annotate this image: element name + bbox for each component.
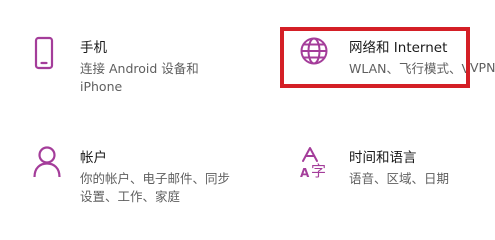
settings-tile-accounts[interactable]: 帐户 你的帐户、电子邮件、同步 设置、工作、家庭 [22, 140, 262, 210]
time-language-icon: 字 A [299, 145, 333, 183]
settings-tile-network[interactable]: 网络和 Internet WLAN、飞行模式、VPN [283, 30, 466, 84]
truncated-description-edge: VPN [470, 58, 495, 80]
tile-description: 你的帐户、电子邮件、同步 设置、工作、家庭 [80, 170, 230, 206]
tile-description: WLAN、飞行模式、VPN [349, 61, 466, 76]
tile-description-line: iPhone [80, 79, 123, 94]
tile-description-line: 你的帐户、电子邮件、同步 [80, 171, 231, 186]
svg-text:字: 字 [311, 162, 326, 179]
tile-title: 帐户 [80, 150, 107, 166]
phone-icon [34, 36, 54, 74]
settings-tile-phone[interactable]: 手机 连接 Android 设备和 iPhone [22, 28, 252, 108]
settings-tile-time-language[interactable]: 字 A 时间和语言 语音、区域、日期 [283, 140, 483, 200]
tile-title: 网络和 Internet [349, 40, 448, 56]
svg-text:A: A [300, 166, 310, 179]
tile-description-line: 连接 Android 设备和 [80, 61, 199, 76]
tile-description: 语音、区域、日期 [349, 171, 450, 186]
tile-description: 连接 Android 设备和 iPhone [80, 60, 199, 96]
globe-icon [299, 36, 329, 70]
person-icon [32, 145, 62, 183]
tile-title: 手机 [80, 40, 107, 56]
tile-title: 时间和语言 [349, 150, 417, 166]
tile-description-line: 设置、工作、家庭 [80, 189, 181, 204]
